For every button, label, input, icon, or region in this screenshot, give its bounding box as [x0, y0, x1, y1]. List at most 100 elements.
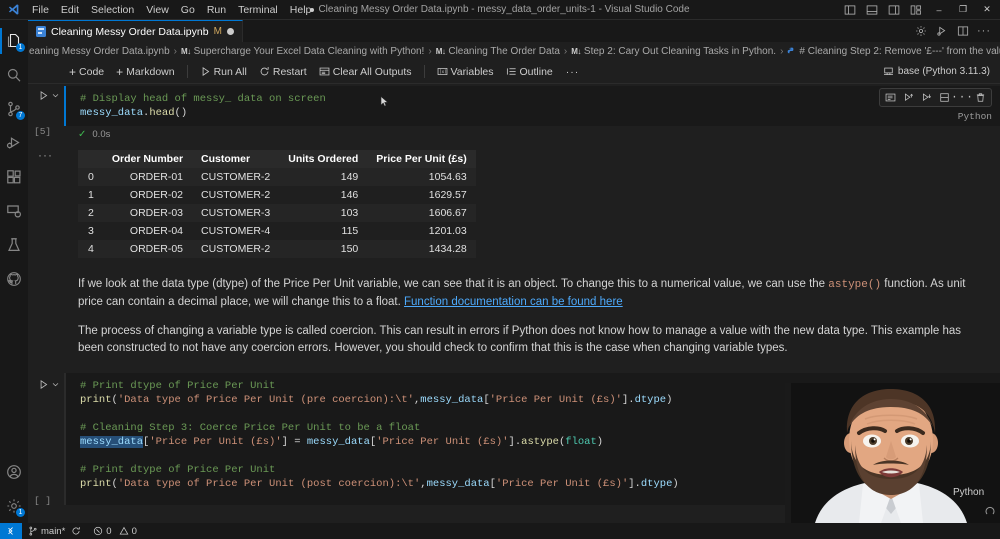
sidebar-item-search[interactable] — [0, 58, 28, 92]
toggle-panel-icon[interactable] — [862, 1, 882, 19]
kernel-picker[interactable]: base (Python 3.11.3) — [883, 66, 1000, 77]
python-icon — [788, 47, 794, 53]
clear-all-outputs-label: Clear All Outputs — [332, 65, 412, 78]
menu-edit[interactable]: Edit — [55, 2, 85, 18]
breadcrumb-separator: › — [780, 45, 784, 57]
sidebar-item-run-debug[interactable] — [0, 126, 28, 160]
cell-units-ordered: 149 — [340, 171, 359, 183]
column-header-price-per-unit: Price Per Unit (£s) — [367, 150, 476, 168]
breadcrumb-item-4[interactable]: # Cleaning Step 2: Remove '£---' from th… — [786, 46, 1000, 57]
menu-run[interactable]: Run — [201, 2, 232, 18]
remote-indicator[interactable] — [0, 523, 22, 539]
menu-go[interactable]: Go — [175, 2, 201, 18]
status-branch[interactable]: main* — [22, 523, 87, 539]
breadcrumb-item-3[interactable]: M↓ Step 2: Cary Out Cleaning Tasks in Py… — [570, 46, 777, 57]
sidebar-item-remote-explorer[interactable] — [0, 194, 28, 228]
minimize-button[interactable]: – — [928, 0, 950, 19]
delete-cell-icon[interactable] — [972, 90, 989, 105]
menu-selection[interactable]: Selection — [85, 2, 140, 18]
cell-duration: 0.0s — [92, 128, 111, 140]
cell-units-ordered: 146 — [340, 189, 359, 201]
sidebar-item-extensions[interactable] — [0, 160, 28, 194]
tab-dirty-dot-icon[interactable] — [226, 28, 234, 35]
sidebar-item-source-control[interactable]: 7 — [0, 92, 28, 126]
output-more-actions-icon[interactable]: ··· — [38, 148, 53, 162]
markdown-paragraph-2: The process of changing a variable type … — [78, 325, 962, 354]
chevron-down-icon[interactable] — [51, 380, 60, 389]
clear-all-outputs-button[interactable]: Clear All Outputs — [314, 64, 417, 80]
cell-customer: CUSTOMER-2 — [201, 189, 271, 201]
cell-body: # Display head of messy_ data on screen … — [64, 86, 1000, 142]
menu-help[interactable]: Help — [284, 2, 318, 18]
code-token: dtype — [640, 478, 673, 490]
add-code-cell-button[interactable]: + Code — [64, 63, 109, 81]
maximize-button[interactable]: ❐ — [952, 0, 974, 19]
run-cell-button[interactable] — [38, 379, 60, 390]
notebook-toolbar: + Code + Markdown Run All Restart Clear … — [28, 60, 1000, 84]
notebook-settings-gear-icon[interactable] — [911, 21, 931, 41]
toggle-primary-sidebar-icon[interactable] — [840, 1, 860, 19]
tab-cleaning-messy-order-data[interactable]: Cleaning Messy Order Data.ipynb M — [28, 20, 243, 42]
add-markdown-label: Markdown — [126, 65, 175, 78]
run-below-cells-icon[interactable] — [918, 90, 935, 105]
breadcrumb-separator: › — [428, 45, 432, 57]
play-icon — [40, 91, 48, 100]
editor-more-actions-icon[interactable]: ··· — [974, 21, 994, 41]
breadcrumb-item-1[interactable]: M↓ Supercharge Your Excel Data Cleaning … — [180, 46, 425, 57]
cell-more-actions-icon[interactable]: ··· — [951, 90, 973, 105]
documentation-link[interactable]: Function documentation can be found here — [404, 296, 623, 308]
menu-view[interactable]: View — [140, 2, 175, 18]
status-problems[interactable]: 0 0 — [87, 523, 143, 539]
toggle-secondary-sidebar-icon[interactable] — [884, 1, 904, 19]
code-token: ]. — [621, 394, 635, 406]
cell-order-number: ORDER-01 — [129, 171, 184, 183]
open-in-editor-icon[interactable] — [882, 90, 899, 105]
cell-order-number: ORDER-04 — [129, 225, 184, 237]
code-token: 'Price Per Unit (£s)' — [149, 436, 282, 448]
split-editor-icon[interactable] — [953, 21, 973, 41]
add-markdown-cell-button[interactable]: + Markdown — [111, 63, 179, 81]
notebook-cell-markdown-1[interactable]: If we look at the data type (dtype) of t… — [28, 266, 1000, 373]
play-icon — [202, 67, 209, 76]
run-cell-button[interactable] — [38, 90, 60, 101]
table-header-row: Order Number Customer Units Ordered Pric… — [78, 150, 476, 168]
manage-settings-button[interactable]: 1 — [0, 489, 28, 523]
close-button[interactable]: ✕ — [976, 0, 998, 19]
table-body: 0 ORDER-01 CUSTOMER-2 149 1054.63 1 ORDE… — [78, 168, 476, 258]
outline-button[interactable]: Outline — [501, 64, 558, 80]
sidebar-item-github[interactable] — [0, 262, 28, 296]
sidebar-item-testing[interactable] — [0, 228, 28, 262]
markdown-icon: M↓ — [180, 46, 191, 56]
sync-icon[interactable] — [71, 526, 81, 536]
run-all-button[interactable]: Run All — [195, 64, 252, 80]
code-token: ]. — [628, 478, 641, 490]
explorer-badge: 1 — [16, 43, 25, 52]
code-editor[interactable]: # Display head of messy_ data on screen … — [64, 86, 1000, 126]
toolbar-more-button[interactable]: ··· — [560, 64, 586, 80]
markdown-rendered[interactable]: If we look at the data type (dtype) of t… — [64, 266, 1000, 373]
variables-button[interactable]: [x] Variables — [432, 64, 499, 80]
customize-layout-icon[interactable] — [906, 1, 926, 19]
menu-bar: File Edit Selection View Go Run Terminal… — [26, 2, 317, 18]
git-branch-icon — [29, 526, 37, 536]
menu-file[interactable]: File — [26, 2, 55, 18]
cell-price-per-unit: 1201.03 — [428, 225, 467, 237]
variables-icon: [x] — [437, 68, 447, 75]
sidebar-item-explorer[interactable]: 1 — [0, 24, 28, 58]
code-token: print — [80, 478, 112, 490]
breadcrumb-item-2[interactable]: M↓ Cleaning The Order Data — [435, 46, 561, 57]
cell-execution-status: ✓ 0.0s — [64, 126, 1000, 142]
breadcrumb-item-file[interactable]: eaning Messy Order Data.ipynb — [28, 46, 171, 57]
cell-customer: CUSTOMER-2 — [201, 243, 271, 255]
notebook-cell-code-1[interactable]: [5] # Display head of messy_ data on scr… — [28, 86, 1000, 142]
run-above-cells-icon[interactable] — [900, 90, 917, 105]
restart-kernel-button[interactable]: Restart — [254, 64, 312, 80]
run-by-line-icon[interactable] — [932, 21, 952, 41]
accounts-button[interactable] — [0, 455, 28, 489]
cell-language-label[interactable]: Python — [958, 110, 992, 124]
code-token: 'Price Per Unit (£s)' — [495, 478, 629, 490]
cell-execution-count: [ ] — [34, 495, 52, 506]
chevron-down-icon[interactable] — [51, 91, 60, 100]
code-token: dtype — [634, 394, 667, 406]
menu-terminal[interactable]: Terminal — [232, 2, 284, 18]
